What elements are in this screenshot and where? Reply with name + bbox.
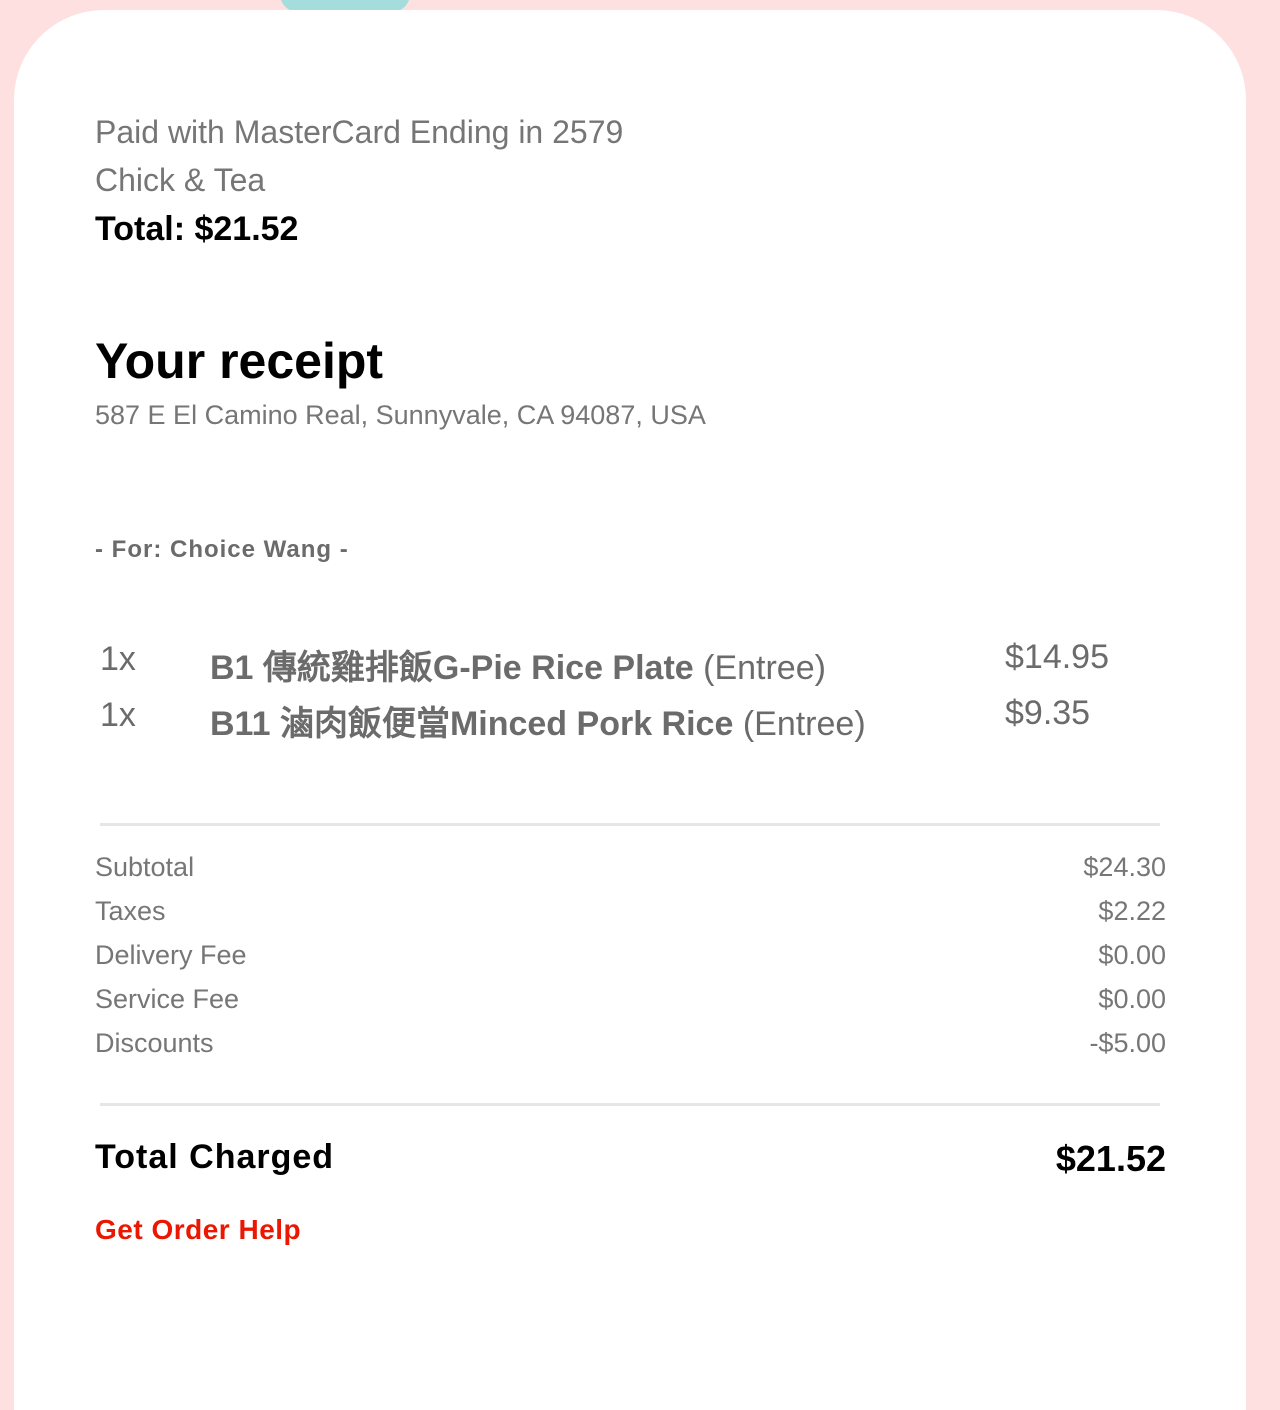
fee-value: $2.22 [1098,896,1166,926]
payment-method: Paid with MasterCard Ending in 2579 [95,114,624,150]
fee-value: $0.00 [1098,940,1166,970]
fee-row-taxes: Taxes $2.22 [95,896,1166,936]
list-item: 1x B11 滷肉飯便當Minced Pork Rice (Entree) $9… [14,694,1246,746]
fee-label: Service Fee [95,984,240,1014]
item-quantity: 1x [100,696,136,734]
item-title: B11 滷肉飯便當Minced Pork Rice [210,705,734,743]
fee-value: $0.00 [1098,984,1166,1014]
fee-row-service: Service Fee $0.00 [95,984,1166,1024]
divider [100,1103,1160,1106]
fee-label: Subtotal [95,852,195,882]
store-address: 587 E El Camino Real, Sunnyvale, CA 9408… [95,400,706,430]
fee-row-discounts: Discounts -$5.00 [95,1028,1166,1068]
list-item: 1x B1 傳統雞排飯G-Pie Rice Plate (Entree) $14… [14,638,1246,690]
fee-value: $24.30 [1083,852,1166,882]
item-category: (Entree) [733,705,866,743]
item-price: $14.95 [1005,638,1109,676]
receipt-title: Your receipt [95,333,384,389]
item-category: (Entree) [693,649,826,687]
total-charged-value: $21.52 [1055,1138,1166,1179]
order-recipient: - For: Choice Wang - [95,536,349,563]
item-title: B1 傳統雞排飯G-Pie Rice Plate [210,649,694,687]
item-price: $9.35 [1005,694,1091,732]
fee-row-subtotal: Subtotal $24.30 [95,852,1166,892]
store-name: Chick & Tea [95,162,266,198]
item-name: B11 滷肉飯便當Minced Pork Rice (Entree) [210,696,866,745]
fee-label: Delivery Fee [95,940,247,970]
divider [100,823,1160,826]
item-quantity: 1x [100,640,136,678]
fee-label: Taxes [95,896,166,926]
fee-label: Discounts [95,1028,214,1058]
get-order-help-link[interactable]: Get Order Help [95,1214,301,1246]
item-name: B1 傳統雞排飯G-Pie Rice Plate (Entree) [210,640,826,689]
header-total: Total: $21.52 [95,210,299,248]
fee-value: -$5.00 [1089,1028,1166,1058]
total-charged-label: Total Charged [95,1138,335,1176]
fee-row-delivery: Delivery Fee $0.00 [95,940,1166,980]
receipt-card: Paid with MasterCard Ending in 2579 Chic… [14,10,1246,1410]
